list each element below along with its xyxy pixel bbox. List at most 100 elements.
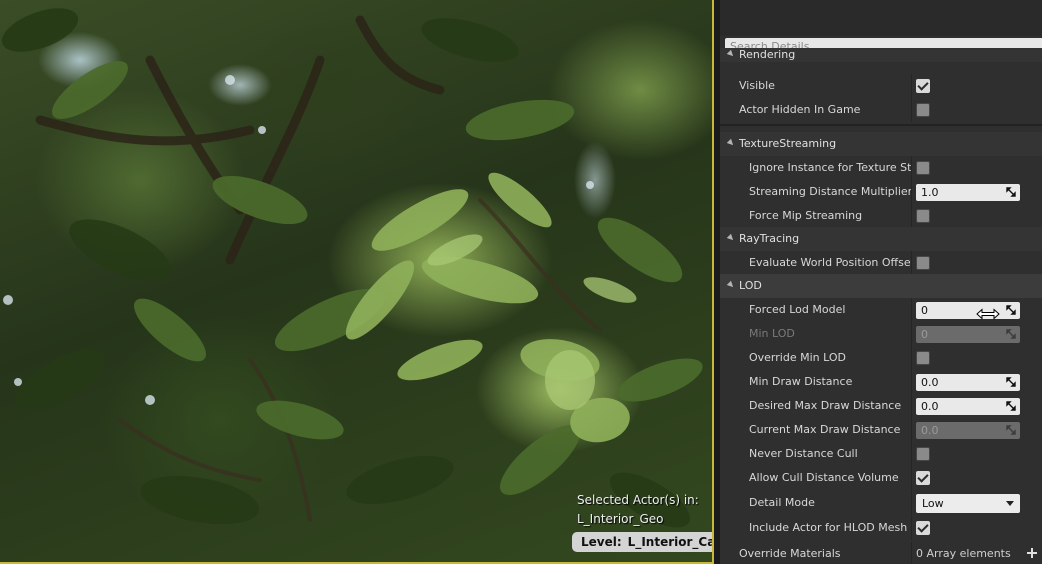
level-badge-prefix: Level: [581, 535, 622, 549]
prop-label: Desired Max Draw Distance [749, 399, 902, 412]
detail-mode-dropdown[interactable]: Low [916, 494, 1020, 513]
category-label: RayTracing [739, 232, 800, 245]
array-count: 0 Array elements [916, 547, 1011, 560]
details-panel-header [720, 0, 1042, 36]
collapse-arrow-icon[interactable] [726, 233, 736, 243]
prop-label: Ignore Instance for Texture Streaming [749, 161, 911, 174]
column-splitter[interactable] [911, 370, 912, 394]
category-lod[interactable]: LOD [720, 274, 1042, 298]
field-value: 0.0 [921, 376, 939, 389]
column-splitter[interactable] [911, 394, 912, 418]
prop-label: Allow Cull Distance Volume [749, 471, 899, 484]
add-element-icon[interactable] [1026, 547, 1038, 559]
include-actor-hlod-checkbox[interactable] [916, 521, 930, 535]
column-splitter[interactable] [911, 204, 912, 228]
column-splitter[interactable] [911, 491, 912, 515]
prop-allow-cull-distance-volume: Allow Cull Distance Volume [720, 466, 1042, 490]
min-lod-field: 0 [916, 326, 1020, 343]
forced-lod-model-field[interactable]: 0 [916, 302, 1020, 319]
resize-cursor-icon [976, 308, 1000, 320]
prop-label: Never Distance Cull [749, 447, 858, 460]
min-draw-distance-field[interactable]: 0.0 [916, 374, 1020, 391]
column-splitter[interactable] [911, 418, 912, 442]
drag-resize-icon [1006, 425, 1016, 435]
property-list: Rendering Visible Actor Hidden In Game T… [720, 48, 1042, 564]
prop-label: Streaming Distance Multiplier [749, 185, 911, 198]
prop-label: Current Max Draw Distance [749, 423, 901, 436]
category-label: Rendering [739, 48, 796, 61]
visible-checkbox[interactable] [916, 79, 930, 93]
prop-visible: Visible [720, 74, 1042, 98]
column-splitter[interactable] [911, 298, 912, 322]
prop-label: Visible [739, 79, 775, 92]
prop-ignore-instance-texture-streaming: Ignore Instance for Texture Streaming [720, 156, 1042, 180]
prop-include-actor-hlod: Include Actor for HLOD Mesh generation [720, 516, 1042, 540]
force-mip-checkbox[interactable] [916, 209, 930, 223]
prop-label: Min Draw Distance [749, 375, 853, 388]
prop-streaming-distance-multiplier: Streaming Distance Multiplier 1.0 [720, 180, 1042, 204]
evaluate-wpo-checkbox[interactable] [916, 256, 930, 270]
field-value: 0.0 [921, 400, 939, 413]
collapse-arrow-icon[interactable] [726, 49, 736, 59]
column-splitter[interactable] [911, 251, 912, 275]
prop-override-min-lod: Override Min LOD [720, 346, 1042, 370]
prop-override-materials: Override Materials 0 Array elements [720, 542, 1042, 564]
column-splitter[interactable] [911, 442, 912, 466]
allow-cull-distance-volume-checkbox[interactable] [916, 471, 930, 485]
field-value: 0.0 [921, 424, 939, 437]
category-ray-tracing[interactable]: RayTracing [720, 227, 1042, 251]
category-label: LOD [739, 279, 762, 292]
desired-max-draw-distance-field[interactable]: 0.0 [916, 398, 1020, 415]
prop-force-mip-streaming: Force Mip Streaming [720, 204, 1042, 228]
collapse-arrow-icon[interactable] [726, 280, 736, 290]
prop-label: Force Mip Streaming [749, 209, 863, 222]
current-max-draw-distance-field: 0.0 [916, 422, 1020, 439]
prop-min-lod: Min LOD 0 [720, 322, 1042, 346]
category-label: TextureStreaming [739, 137, 837, 150]
prop-current-max-draw-distance: Current Max Draw Distance 0.0 [720, 418, 1042, 442]
category-rendering[interactable]: Rendering [720, 48, 1042, 62]
field-value: 1.0 [921, 186, 939, 199]
column-splitter[interactable] [911, 74, 912, 98]
prop-label: Include Actor for HLOD Mesh generation [749, 521, 911, 534]
drag-resize-icon[interactable] [1006, 187, 1016, 197]
drag-resize-icon[interactable] [1006, 377, 1016, 387]
level-badge-value: L_Interior_Cars [627, 535, 714, 549]
current-level-badge[interactable]: Level: L_Interior_Cars [572, 532, 714, 552]
column-splitter[interactable] [911, 180, 912, 204]
prop-detail-mode: Detail Mode Low [720, 491, 1042, 515]
prop-actor-hidden-in-game: Actor Hidden In Game [720, 98, 1042, 122]
column-splitter[interactable] [911, 542, 912, 564]
ignore-instance-checkbox[interactable] [916, 161, 930, 175]
prop-evaluate-world-position-offset: Evaluate World Position Offset [720, 251, 1042, 275]
details-panel: Rendering Visible Actor Hidden In Game T… [720, 0, 1042, 564]
dropdown-value: Low [922, 497, 944, 510]
column-splitter[interactable] [911, 466, 912, 490]
prop-label: Actor Hidden In Game [739, 103, 861, 116]
field-value: 0 [921, 328, 928, 341]
prop-label: Forced Lod Model [749, 303, 846, 316]
column-splitter[interactable] [911, 156, 912, 180]
column-splitter[interactable] [911, 322, 912, 346]
drag-resize-icon[interactable] [1006, 305, 1016, 315]
category-texture-streaming[interactable]: TextureStreaming [720, 132, 1042, 156]
collapse-arrow-icon[interactable] [726, 138, 736, 148]
column-splitter[interactable] [911, 346, 912, 370]
prop-label: Evaluate World Position Offset [749, 256, 911, 269]
column-splitter[interactable] [911, 516, 912, 540]
chevron-down-icon [1006, 501, 1014, 506]
override-min-lod-checkbox[interactable] [916, 351, 930, 365]
drag-resize-icon [1006, 329, 1016, 339]
never-distance-cull-checkbox[interactable] [916, 447, 930, 461]
streaming-distance-multiplier-field[interactable]: 1.0 [916, 184, 1020, 201]
actor-hidden-checkbox[interactable] [916, 103, 930, 117]
prop-label: Override Min LOD [749, 351, 846, 364]
field-value: 0 [921, 304, 928, 317]
column-splitter[interactable] [911, 98, 912, 122]
divider [720, 124, 1042, 126]
drag-resize-icon[interactable] [1006, 401, 1016, 411]
level-viewport[interactable]: Selected Actor(s) in: L_Interior_Geo Lev… [0, 0, 714, 564]
foliage-render [1, 8, 703, 528]
prop-never-distance-cull: Never Distance Cull [720, 442, 1042, 466]
prop-desired-max-draw-distance: Desired Max Draw Distance 0.0 [720, 394, 1042, 418]
